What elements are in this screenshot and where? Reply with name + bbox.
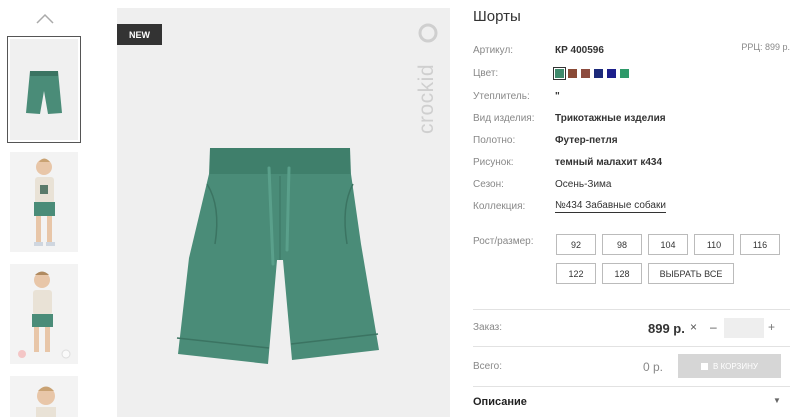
size-option-110[interactable]: 110 [694, 234, 734, 255]
season-row: Сезон: Осень-Зима [473, 177, 611, 191]
select-all-sizes-button[interactable]: ВЫБРАТЬ ВСЕ [648, 263, 734, 284]
color-swatches [553, 66, 629, 80]
size-label-row: Рост/размер: [473, 234, 555, 248]
size-option-128[interactable]: 128 [602, 263, 642, 284]
article-value: КР 400596 [555, 44, 604, 56]
cart-icon [701, 362, 709, 370]
chevron-up-icon[interactable] [36, 12, 54, 24]
thumbnail-strip [0, 0, 90, 417]
thumbnail-3[interactable] [10, 264, 78, 364]
fabric-value: Футер-петля [555, 134, 618, 146]
thumbnail-shorts-image [10, 39, 78, 140]
size-option-98[interactable]: 98 [602, 234, 642, 255]
thumbnail-boy-closeup-image [10, 376, 78, 417]
chevron-down-icon[interactable]: ▼ [773, 396, 781, 405]
size-option-116[interactable]: 116 [740, 234, 780, 255]
season-value: Осень-Зима [555, 178, 612, 190]
order-label: Заказ: [473, 322, 503, 333]
pattern-row: Рисунок: темный малахит к434 [473, 155, 662, 169]
product-title: Шорты [473, 8, 521, 25]
description-heading[interactable]: Описание [473, 396, 527, 408]
thumbnail-boy-balls-image [10, 264, 78, 364]
divider [473, 346, 790, 347]
color-swatch-1[interactable] [553, 66, 566, 80]
collection-row: Коллекция: №434 Забавные собаки [473, 199, 666, 213]
order-price: 899 р. [648, 321, 685, 336]
color-swatch-3[interactable] [581, 68, 590, 78]
clear-order-icon[interactable]: × [690, 320, 697, 334]
fabric-row: Полотно: Футер-петля [473, 133, 618, 147]
total-value: 0 р. [643, 360, 664, 374]
kind-row: Вид изделия: Трикотажные изделия [473, 111, 666, 125]
divider [473, 309, 790, 310]
thumbnail-1[interactable] [7, 36, 81, 143]
thumbnail-4[interactable] [10, 376, 78, 417]
collection-link[interactable]: №434 Забавные собаки [555, 200, 666, 213]
add-to-cart-label: В КОРЗИНУ [713, 361, 758, 371]
collection-label: Коллекция: [473, 200, 526, 212]
insulation-row: Утеплитель: " [473, 89, 560, 103]
color-row: Цвет: [473, 66, 629, 80]
kind-value: Трикотажные изделия [555, 112, 666, 124]
pattern-label: Рисунок: [473, 156, 514, 168]
thumbnail-2[interactable] [10, 152, 78, 252]
article-label: Артикул: [473, 44, 514, 56]
decrease-qty-button[interactable]: – [710, 320, 717, 334]
season-label: Сезон: [473, 178, 504, 190]
article-row: Артикул: КР 400596 [473, 43, 604, 57]
main-product-image[interactable]: NEW crockid [117, 8, 450, 417]
add-to-cart-button[interactable]: В КОРЗИНУ [678, 354, 781, 378]
thumbnail-boy-standing-image [10, 152, 78, 252]
fabric-label: Полотно: [473, 134, 516, 146]
shorts-image [176, 148, 379, 364]
color-swatch-4[interactable] [594, 68, 603, 78]
color-swatch-2[interactable] [568, 68, 577, 78]
increase-qty-button[interactable]: + [768, 320, 775, 334]
color-label: Цвет: [473, 67, 499, 79]
pattern-value: темный малахит к434 [555, 156, 663, 168]
size-label: Рост/размер: [473, 235, 534, 247]
size-option-122[interactable]: 122 [556, 263, 596, 284]
divider [473, 386, 790, 387]
kind-label: Вид изделия: [473, 112, 535, 124]
insulation-label: Утеплитель: [473, 90, 530, 102]
size-option-104[interactable]: 104 [648, 234, 688, 255]
quantity-input[interactable] [724, 318, 764, 338]
rrp-price: РРЦ: 899 р. [741, 42, 790, 52]
color-swatch-5[interactable] [607, 68, 616, 78]
total-label: Всего: [473, 361, 502, 372]
insulation-value: " [555, 90, 560, 102]
color-swatch-6[interactable] [620, 68, 629, 78]
size-option-92[interactable]: 92 [556, 234, 596, 255]
